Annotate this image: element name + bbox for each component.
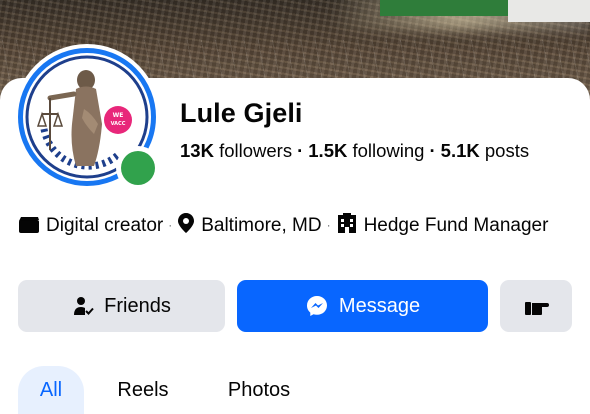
location-text: Baltimore, MD [201,215,322,236]
message-button-label: Message [338,294,421,317]
following-link[interactable]: 1.5K following [308,140,424,161]
cover-building-edge [508,0,590,22]
profile-details: Digital creator · Baltimore, MD · Hedge Fu… [18,212,578,241]
cover-green-storefront [380,0,510,16]
hand-pointing-icon [523,295,549,317]
details-separator: · [168,218,173,232]
svg-text:WE: WE [113,112,124,119]
tab-photos[interactable]: Photos [214,366,304,414]
friends-button[interactable]: Friends [18,280,225,332]
tab-all[interactable]: All [18,366,84,414]
more-options-button[interactable] [500,280,572,332]
followers-link[interactable]: 13K followers [180,140,292,161]
profile-stats: 13K followers · 1.5K following · 5.1K posts [180,140,529,162]
profile-name: Lule Gjeli [180,98,303,128]
tab-reels[interactable]: Reels [110,366,176,414]
clapperboard-icon [18,216,40,241]
messenger-icon [305,294,329,318]
person-check-icon [72,295,94,317]
posts-link[interactable]: 5.1K posts [441,140,529,161]
stats-separator: · [429,140,436,161]
online-status-indicator [116,146,160,190]
location-pin-icon [177,212,195,241]
category-text: Digital creator [46,215,164,236]
building-icon [336,212,358,241]
friends-button-label: Friends [104,294,171,317]
stats-separator: · [297,140,304,161]
svg-text:VACC: VACC [111,121,126,127]
details-separator: · [326,218,331,232]
message-button[interactable]: Message [237,280,488,332]
work-text: Hedge Fund Manager [363,215,549,236]
